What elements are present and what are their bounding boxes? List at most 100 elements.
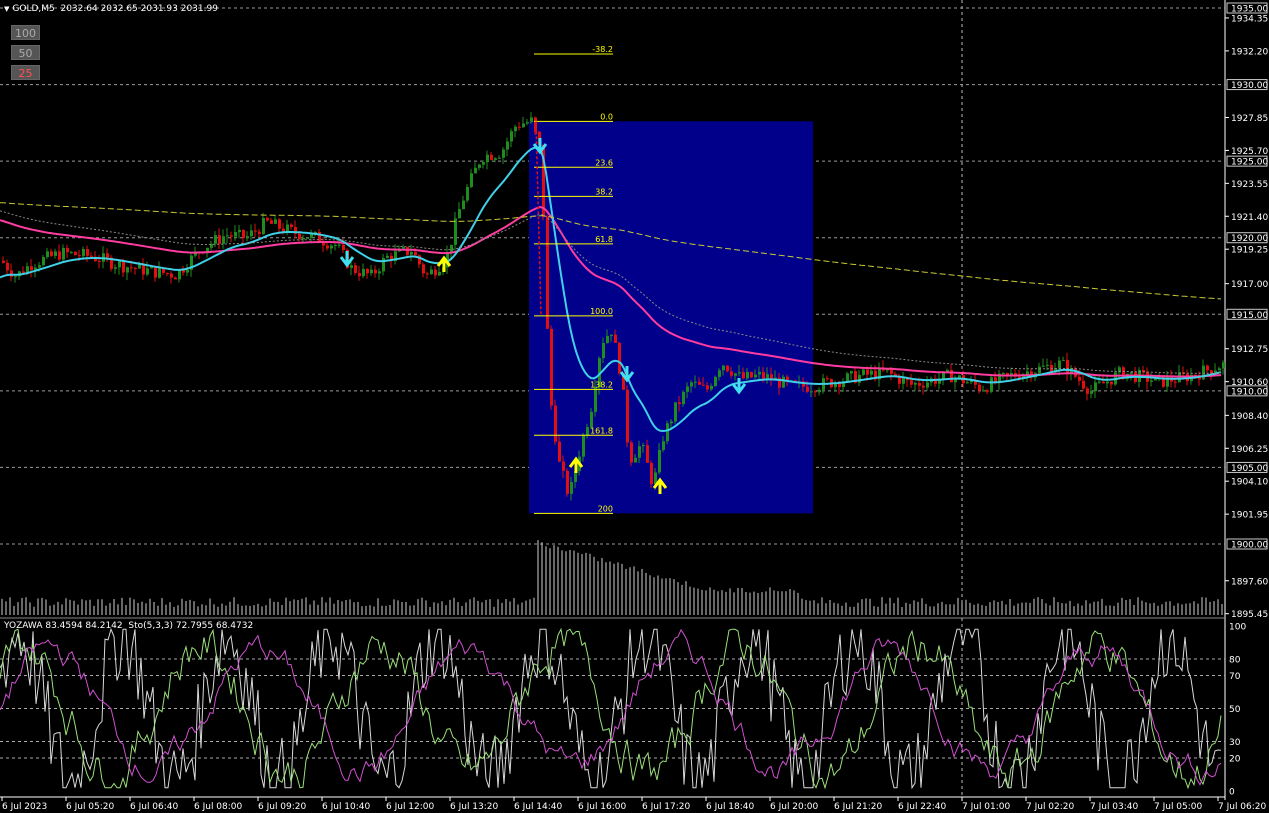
- candle-body: [922, 385, 925, 388]
- candle-body: [518, 126, 521, 128]
- candle-body: [610, 334, 613, 336]
- candle-body: [166, 272, 169, 274]
- zoom-50-button[interactable]: 50: [11, 45, 40, 60]
- fibonacci-label: 38.2: [595, 187, 613, 196]
- candle-body: [42, 257, 45, 266]
- candle-body: [710, 385, 713, 390]
- candle-body: [618, 342, 621, 373]
- candle-body: [258, 231, 261, 234]
- candle-body: [174, 277, 177, 280]
- chart-canvas[interactable]: -38.20.023.638.261.8100.0138.2161.8200 1…: [0, 0, 1269, 813]
- candle-body: [154, 266, 157, 278]
- candle-body: [470, 173, 473, 187]
- candle-body: [694, 381, 697, 383]
- candle-body: [1058, 360, 1061, 369]
- candle-body: [386, 255, 389, 258]
- candle-body: [910, 380, 913, 385]
- candle-body: [674, 402, 677, 422]
- zoom-25-button[interactable]: 25: [11, 65, 40, 80]
- price-box-label: 1910.00: [1231, 387, 1268, 397]
- candle-body: [858, 374, 861, 383]
- fibonacci-label: 0.0: [600, 112, 613, 121]
- candle-body: [1130, 372, 1133, 374]
- fibonacci-box[interactable]: [529, 121, 813, 514]
- candle-body: [626, 389, 629, 443]
- price-label: 1934.35: [1231, 14, 1268, 24]
- candle-body: [630, 442, 633, 463]
- price-label: 1910.60: [1231, 378, 1268, 388]
- time-label: 7 Jul 01:00: [962, 802, 1011, 812]
- candle-body: [58, 251, 61, 260]
- candle-body: [742, 372, 745, 379]
- candle-body: [570, 482, 573, 494]
- candle-body: [714, 376, 717, 386]
- candle-body: [662, 441, 665, 450]
- candle-body: [1110, 381, 1113, 385]
- candle-body: [558, 441, 561, 462]
- candle-body: [1042, 365, 1045, 367]
- candle-body: [106, 253, 109, 258]
- candle-body: [766, 374, 769, 379]
- candle-body: [250, 230, 253, 237]
- zoom-100-button[interactable]: 100: [11, 25, 40, 40]
- candle-body: [270, 220, 273, 224]
- candle-body: [330, 245, 333, 249]
- candle-body: [1202, 365, 1205, 380]
- candle-body: [734, 373, 737, 376]
- candle-body: [254, 230, 257, 232]
- time-label: 6 Jul 21:20: [834, 802, 883, 812]
- candle-body: [338, 244, 341, 246]
- candle-body: [90, 255, 93, 257]
- oscillator-axis-label: 70: [1229, 672, 1241, 682]
- candle-body: [426, 273, 429, 275]
- candle-body: [82, 249, 85, 257]
- candle-body: [554, 405, 557, 442]
- candle-body: [350, 265, 353, 268]
- candle-body: [726, 365, 729, 372]
- candle-body: [326, 245, 329, 249]
- candle-body: [358, 272, 361, 277]
- candle-body: [122, 261, 125, 273]
- candle-body: [746, 372, 749, 379]
- chevron-down-icon[interactable]: ▼: [4, 5, 9, 13]
- candle-body: [1002, 373, 1005, 375]
- candle-body: [806, 386, 809, 392]
- candle-body: [98, 260, 101, 262]
- oscillator-title: YOZAWA 83.4594 84.2142 Sto(5,3,3) 72.795…: [4, 621, 253, 631]
- candle-body: [474, 167, 477, 174]
- candle-body: [50, 251, 53, 256]
- candle-body: [306, 237, 309, 239]
- candle-body: [234, 232, 237, 237]
- candle-body: [642, 445, 645, 447]
- candle-body: [866, 369, 869, 375]
- candle-body: [378, 271, 381, 274]
- time-axis: 6 Jul 2023 6 Jul 05:20 6 Jul 06:40 6 Jul 08…: [1, 797, 1267, 812]
- price-box-label: 1935.00: [1231, 5, 1268, 15]
- candle-body: [1090, 391, 1093, 394]
- price-label: 1912.75: [1231, 345, 1268, 355]
- candle-body: [322, 242, 325, 246]
- candle-body: [242, 229, 245, 239]
- fibonacci-label: -38.2: [592, 45, 613, 54]
- time-label: 6 Jul 12:00: [386, 802, 435, 812]
- symbol-header[interactable]: ▼ GOLD,M5 2032.64 2032.65 2031.93 2031.99: [4, 4, 218, 14]
- candle-body: [566, 470, 569, 494]
- candle-body: [870, 370, 873, 375]
- candle-body: [814, 391, 817, 393]
- candle-body: [170, 273, 173, 278]
- candle-body: [722, 365, 725, 371]
- candle-body: [494, 158, 497, 160]
- price-box-label: 1925.00: [1231, 158, 1268, 168]
- candle-body: [238, 229, 241, 233]
- time-label: 6 Jul 16:00: [578, 802, 627, 812]
- candle-body: [846, 373, 849, 382]
- candle-body: [946, 369, 949, 372]
- candle-body: [850, 371, 853, 374]
- candle-body: [406, 247, 409, 255]
- price-box-label: 1930.00: [1231, 81, 1268, 91]
- candle-body: [502, 149, 505, 158]
- price-label: 1897.60: [1231, 577, 1268, 587]
- time-label: 6 Jul 20:00: [770, 802, 819, 812]
- candle-body: [498, 157, 501, 159]
- candle-body: [482, 162, 485, 165]
